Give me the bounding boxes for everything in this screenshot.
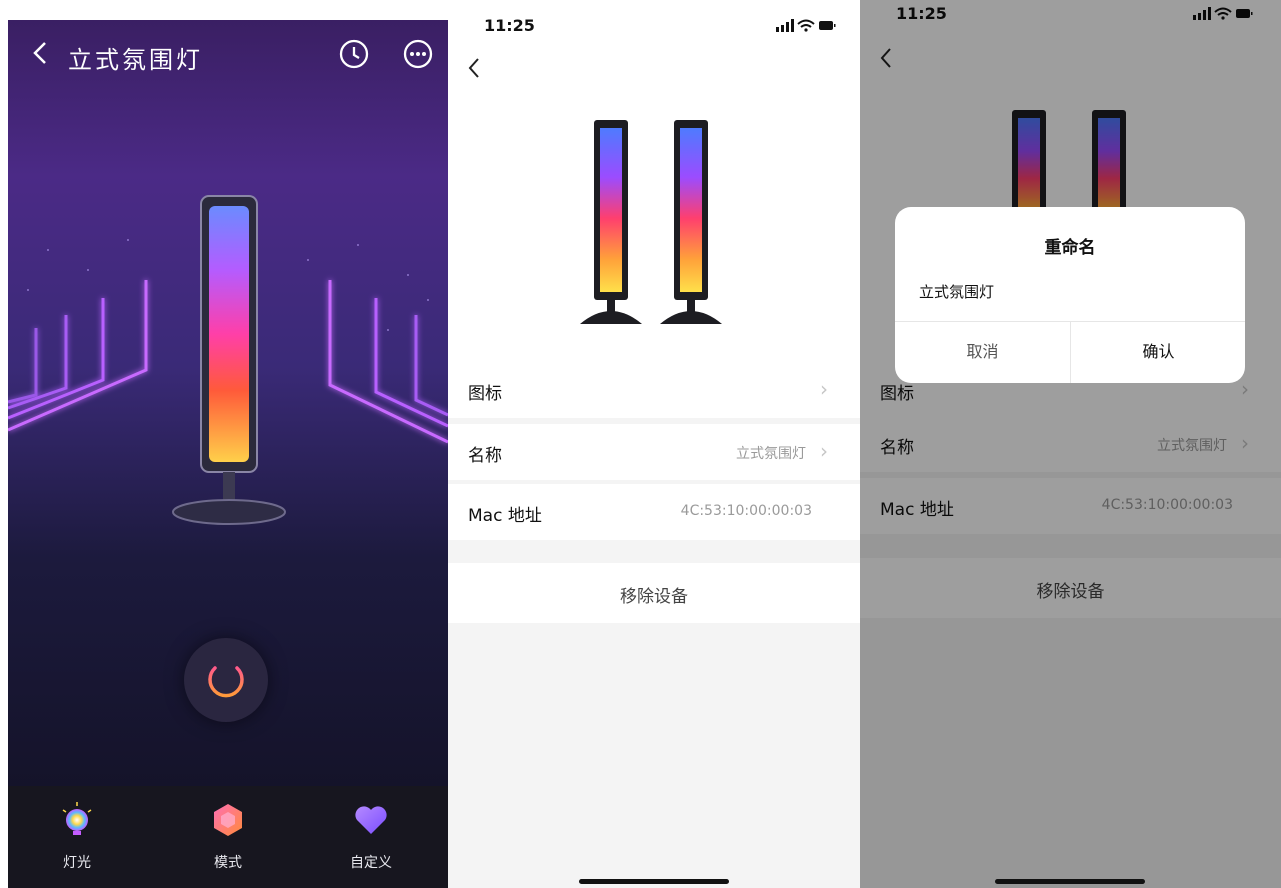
cancel-button[interactable]: 取消 — [895, 321, 1070, 383]
device-settings-screen: 11:25 图标 › 名称 立式氛围灯 › Mac 地址 4C:53:10:00… — [448, 0, 860, 888]
clock-icon — [339, 39, 369, 69]
status-time: 11:25 — [484, 16, 535, 35]
remove-device-button[interactable]: 移除设备 — [448, 563, 860, 623]
lamp-image — [172, 195, 286, 525]
name-row-value: 立式氛围灯 — [736, 446, 806, 462]
tab-mode-label: 模式 — [214, 855, 242, 871]
more-horizontal-icon — [403, 39, 433, 69]
back-button[interactable] — [30, 38, 58, 72]
confirm-button[interactable]: 确认 — [1071, 321, 1245, 383]
tab-custom[interactable]: 自定义 — [326, 800, 416, 880]
home-indicator — [995, 879, 1145, 884]
name-row-label: 名称 — [468, 446, 502, 466]
tab-light[interactable]: 灯光 — [32, 800, 122, 880]
mac-row-label: Mac 地址 — [468, 506, 542, 526]
bottom-tab-bar: 灯光 模式 自定义 — [8, 786, 448, 888]
mac-row-value: 4C:53:10:00:00:03 — [680, 503, 812, 519]
tab-custom-label: 自定义 — [350, 855, 392, 871]
rename-dialog: 重命名 取消 确认 — [895, 207, 1245, 383]
icon-row-label: 图标 — [468, 384, 502, 404]
chevron-left-icon — [33, 42, 46, 64]
chevron-left-icon — [468, 58, 479, 78]
chevron-right-icon: › — [820, 439, 828, 463]
device-control-screen: 立式氛围灯 灯光 模式 自定义 — [8, 20, 448, 888]
icon-row[interactable]: 图标 › — [448, 362, 860, 418]
tab-mode[interactable]: 模式 — [183, 800, 273, 880]
name-row[interactable]: 名称 立式氛围灯 › — [448, 424, 860, 480]
color-bulb-icon — [62, 802, 92, 835]
timer-button[interactable] — [338, 38, 370, 70]
more-button[interactable] — [402, 38, 434, 70]
rename-screen: 11:25 图标 › 名称 立式氛围灯 › Mac 地址 4C:53:10:00… — [860, 0, 1281, 888]
chevron-right-icon: › — [820, 377, 828, 401]
rename-input[interactable] — [919, 277, 1219, 305]
heart-icon — [355, 806, 387, 834]
remove-device-label: 移除设备 — [620, 587, 688, 607]
hexagon-mode-icon — [214, 804, 242, 836]
tab-light-label: 灯光 — [63, 855, 91, 871]
status-icons — [776, 18, 836, 37]
device-image — [580, 120, 722, 324]
power-button[interactable] — [184, 638, 268, 722]
home-indicator — [579, 879, 729, 884]
back-button[interactable] — [466, 56, 482, 87]
power-icon — [208, 660, 244, 698]
dialog-title: 重命名 — [1044, 238, 1096, 258]
mac-row: Mac 地址 4C:53:10:00:00:03 — [448, 484, 860, 540]
modal-overlay[interactable] — [860, 0, 1281, 888]
page-title: 立式氛围灯 — [68, 46, 203, 74]
